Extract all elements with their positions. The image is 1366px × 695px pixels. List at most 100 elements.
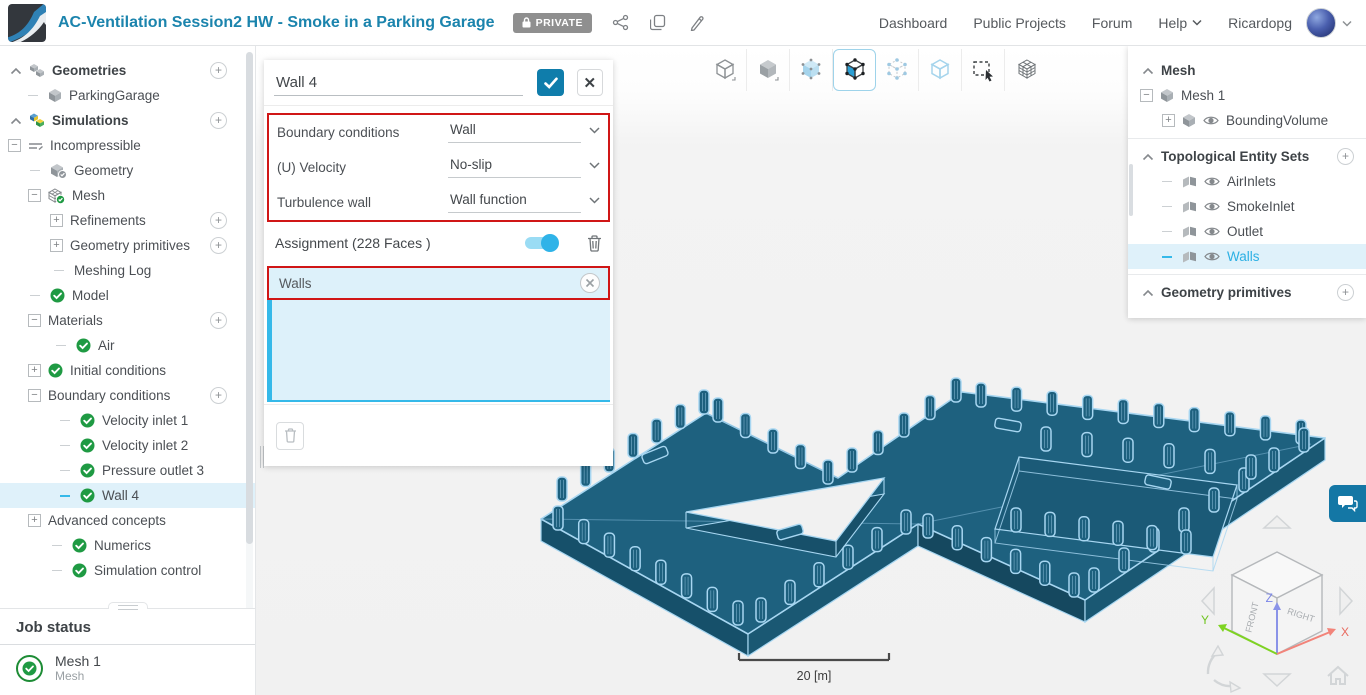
rotate-up-arrow[interactable] <box>1262 514 1292 529</box>
job-panel-drag-handle[interactable] <box>107 602 148 610</box>
sim-tree-item-incompressible[interactable]: − Incompressible <box>0 133 255 158</box>
visibility-eye-icon[interactable] <box>1204 201 1220 212</box>
add-geometry-primitives-button[interactable]: + <box>1337 284 1354 301</box>
collapse-chevron-icon[interactable] <box>1142 67 1154 75</box>
add-refinements-button[interactable]: + <box>210 212 227 229</box>
clear-selection-button[interactable] <box>276 421 304 450</box>
sim-tree-item-parkinggarage[interactable]: ParkingGarage <box>0 83 255 108</box>
sim-tree-item-velocity-inlet-2[interactable]: Velocity inlet 2 <box>0 433 255 458</box>
field-select-u-velocity[interactable]: No-slip <box>448 157 600 178</box>
mesh-tree-item-walls[interactable]: Walls <box>1128 244 1366 269</box>
expander-plus-icon[interactable]: + <box>1162 114 1175 127</box>
edit-title-icon[interactable] <box>686 13 706 33</box>
sim-tree-item-numerics[interactable]: Numerics <box>0 533 255 558</box>
sim-tree-item-geometry-primitives[interactable]: + Geometry primitives + <box>0 233 255 258</box>
assignment-selection-area[interactable] <box>267 300 610 402</box>
user-menu-chevron-icon[interactable] <box>1342 14 1352 32</box>
nav-public-projects[interactable]: Public Projects <box>973 15 1066 31</box>
sidebar-scrollbar-thumb[interactable] <box>246 52 253 544</box>
mesh-tree-item-geometry-primitives[interactable]: Geometry primitives + <box>1128 280 1366 305</box>
expander-minus-icon[interactable]: − <box>28 189 41 202</box>
add-materials-button[interactable]: + <box>210 312 227 329</box>
view-cube-widget[interactable]: FRONT RIGHT Z Y X <box>1200 514 1354 694</box>
copy-project-icon[interactable] <box>648 13 668 33</box>
sim-tree-item-geometries[interactable]: Geometries + <box>0 58 255 83</box>
sim-tree-item-geometry[interactable]: Geometry <box>0 158 255 183</box>
sim-tree-item-air[interactable]: Air <box>0 333 255 358</box>
add-geometries-button[interactable]: + <box>210 62 227 79</box>
collapse-chevron-icon[interactable] <box>10 67 22 75</box>
expander-plus-icon[interactable]: + <box>50 239 63 252</box>
mesh-tree-item-topological-entity-sets[interactable]: Topological Entity Sets + <box>1128 144 1366 169</box>
remove-chip-icon[interactable] <box>580 273 600 293</box>
confirm-button[interactable] <box>537 69 564 96</box>
home-view-icon[interactable] <box>1327 665 1349 685</box>
box-select-icon[interactable] <box>962 49 1005 91</box>
sim-tree-item-meshing-log[interactable]: Meshing Log <box>0 258 255 283</box>
expander-plus-icon[interactable]: + <box>28 514 41 527</box>
rotate-left-arrow[interactable] <box>1200 586 1215 616</box>
collapse-chevron-icon[interactable] <box>1142 289 1154 297</box>
delete-assignment-icon[interactable] <box>587 234 602 252</box>
share-icon[interactable] <box>610 13 630 33</box>
sim-tree-item-materials[interactable]: − Materials + <box>0 308 255 333</box>
sim-tree-item-wall-4[interactable]: Wall 4 <box>0 483 255 508</box>
mesh-tree-item-smokeinlet[interactable]: SmokeInlet <box>1128 194 1366 219</box>
username-label[interactable]: Ricardopg <box>1228 15 1292 31</box>
add-boundary-conditions-button[interactable]: + <box>210 387 227 404</box>
add-simulations-button[interactable]: + <box>210 112 227 129</box>
sim-tree-item-initial-conditions[interactable]: + Initial conditions <box>0 358 255 383</box>
nav-help-menu[interactable]: Help <box>1158 15 1202 31</box>
expander-plus-icon[interactable]: + <box>50 214 63 227</box>
sim-tree-item-pressure-outlet-3[interactable]: Pressure outlet 3 <box>0 458 255 483</box>
sim-tree-item-simulations[interactable]: Simulations + <box>0 108 255 133</box>
sim-tree-item-boundary-conditions[interactable]: − Boundary conditions + <box>0 383 255 408</box>
sim-tree-item-advanced-concepts[interactable]: + Advanced concepts <box>0 508 255 533</box>
expander-plus-icon[interactable]: + <box>28 364 41 377</box>
fit-view-cube-icon[interactable] <box>704 49 747 91</box>
rotate-down-arrow[interactable] <box>1262 673 1292 688</box>
field-select-turbulence-wall[interactable]: Wall function <box>448 192 600 213</box>
expander-minus-icon[interactable]: − <box>8 139 21 152</box>
sim-tree-item-refinements[interactable]: + Refinements + <box>0 208 255 233</box>
support-chat-button[interactable] <box>1329 485 1366 522</box>
sim-tree-item-simulation-control[interactable]: Simulation control <box>0 558 255 583</box>
mesh-tree-item-outlet[interactable]: Outlet <box>1128 219 1366 244</box>
rotate-view-icon[interactable] <box>1206 644 1242 694</box>
collapse-chevron-icon[interactable] <box>10 117 22 125</box>
boundary-condition-name-input[interactable] <box>274 69 524 96</box>
user-avatar[interactable] <box>1306 7 1336 38</box>
solid-view-cube-icon[interactable] <box>747 49 790 91</box>
wireframe-view-cube-icon[interactable] <box>919 49 962 91</box>
sim-tree-item-velocity-inlet-1[interactable]: Velocity inlet 1 <box>0 408 255 433</box>
mesh-tree-item-boundingvolume[interactable]: + BoundingVolume <box>1128 108 1366 133</box>
translucent-view-cube-icon[interactable] <box>790 49 833 91</box>
job-item-mesh-1[interactable]: Mesh 1 Mesh <box>0 645 255 691</box>
add-topological-entity-sets-button[interactable]: + <box>1337 148 1354 165</box>
3d-viewport[interactable]: 20 [m] FRONT RIGHT Z Y X Wall 4 ✕ Bounda… <box>256 46 1366 695</box>
mesh-tree-item-mesh-1[interactable]: − Mesh 1 <box>1128 83 1366 108</box>
collapse-chevron-icon[interactable] <box>1142 153 1154 161</box>
expander-minus-icon[interactable]: − <box>28 314 41 327</box>
expander-minus-icon[interactable]: − <box>28 389 41 402</box>
field-select-boundary-conditions[interactable]: Wall <box>448 122 600 143</box>
visibility-eye-icon[interactable] <box>1204 226 1220 237</box>
rotate-right-arrow[interactable] <box>1339 586 1354 616</box>
visibility-eye-icon[interactable] <box>1203 115 1219 126</box>
project-title[interactable]: AC-Ventilation Session2 HW - Smoke in a … <box>58 14 495 32</box>
simscale-logo[interactable] <box>8 3 46 42</box>
mesh-tree-item-mesh[interactable]: Mesh <box>1128 58 1366 83</box>
sidebar-scrollbar[interactable] <box>246 52 253 646</box>
assignment-toggle[interactable] <box>525 234 559 252</box>
expander-minus-icon[interactable]: − <box>1140 89 1153 102</box>
nav-dashboard[interactable]: Dashboard <box>879 15 948 31</box>
assignment-chip-walls[interactable]: Walls <box>269 268 608 298</box>
visibility-eye-icon[interactable] <box>1204 176 1220 187</box>
surface-select-cube-icon[interactable] <box>833 49 876 91</box>
mesh-display-icon[interactable] <box>1005 49 1048 91</box>
nav-forum[interactable]: Forum <box>1092 15 1132 31</box>
add-geometry-primitives-button[interactable]: + <box>210 237 227 254</box>
sim-tree-item-mesh[interactable]: − Mesh <box>0 183 255 208</box>
visibility-eye-icon[interactable] <box>1204 251 1220 262</box>
vertex-select-cube-icon[interactable] <box>876 49 919 91</box>
